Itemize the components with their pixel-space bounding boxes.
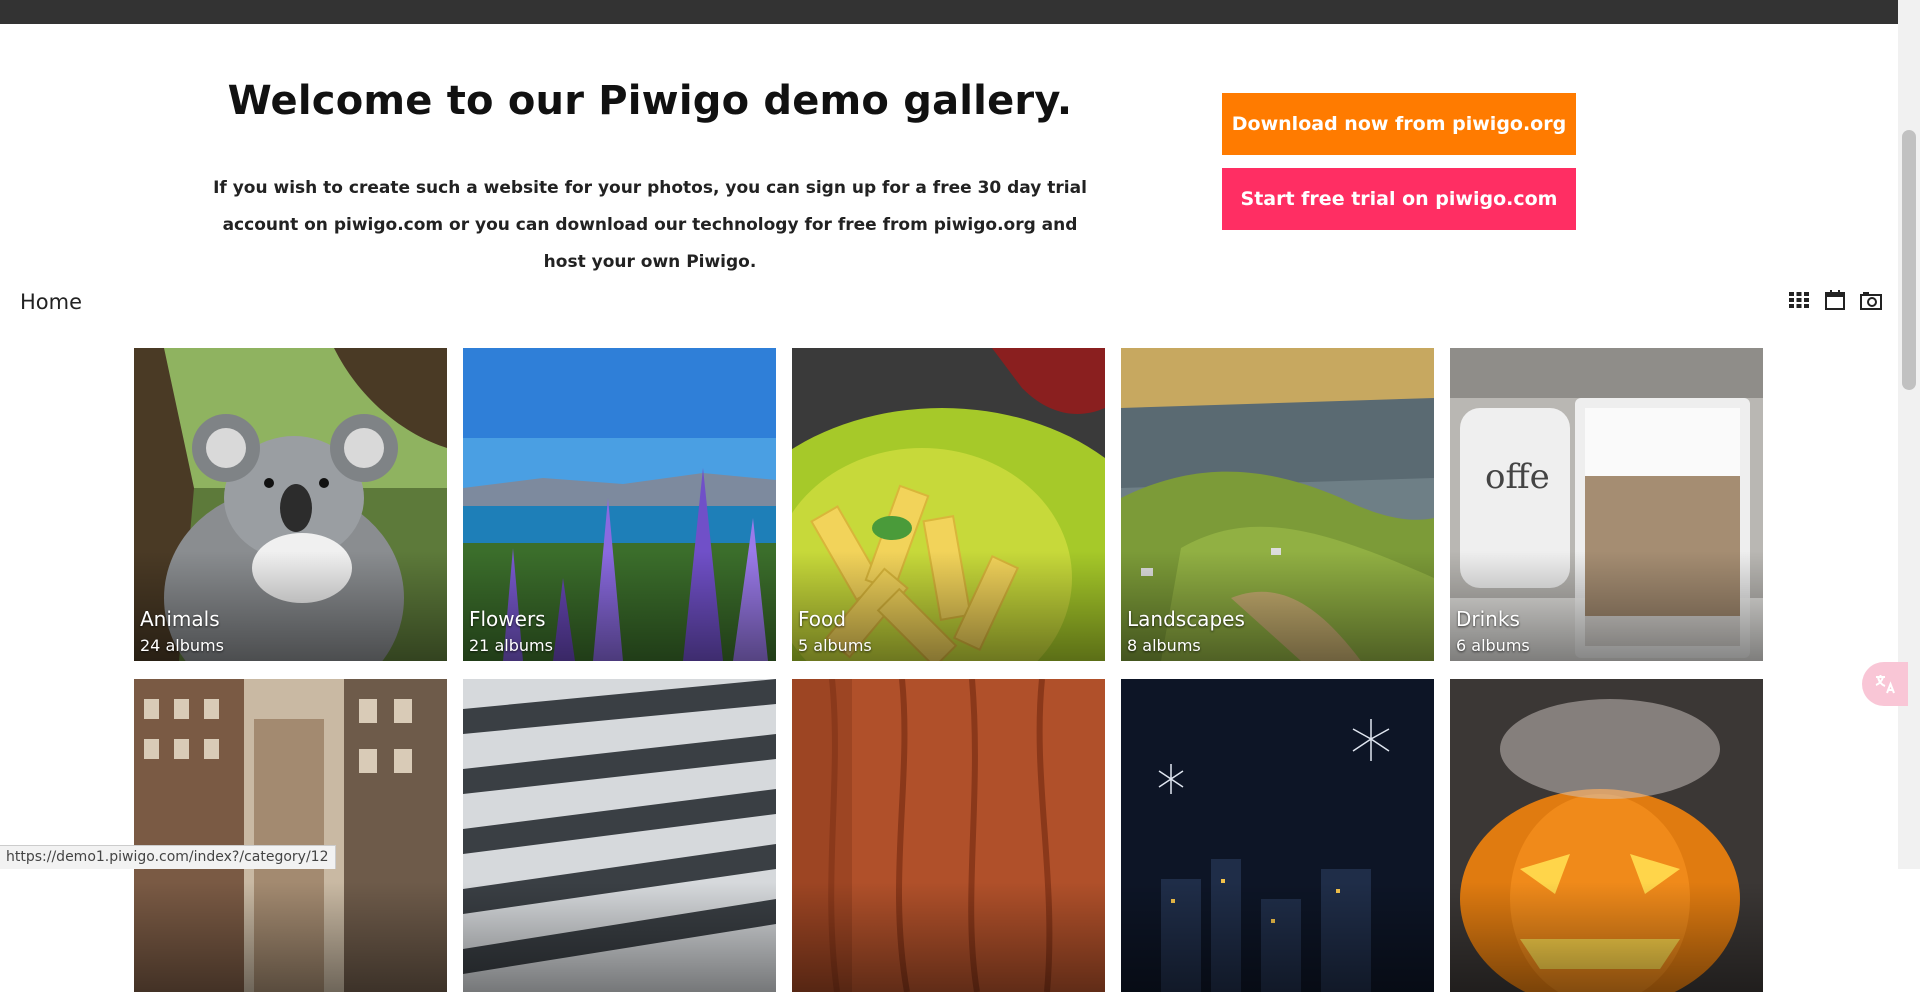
album-tile-flowers[interactable]: Flowers 21 albums — [463, 348, 776, 661]
calendar-view-icon[interactable] — [1824, 289, 1846, 311]
trial-button[interactable]: Start free trial on piwigo.com — [1222, 168, 1576, 230]
label-shade — [1450, 882, 1763, 992]
label-shade — [1121, 882, 1434, 992]
album-name: Flowers — [469, 607, 546, 631]
album-tile-landscapes[interactable]: Landscapes 8 albums — [1121, 348, 1434, 661]
album-tile-architecture[interactable] — [463, 679, 776, 992]
label-shade — [792, 882, 1105, 992]
album-count: 5 albums — [798, 636, 872, 655]
album-tile-drinks[interactable]: offe Drinks 6 albums — [1450, 348, 1763, 661]
grid-view-icon[interactable] — [1788, 289, 1810, 311]
album-tile-halloween[interactable] — [1450, 679, 1763, 992]
translate-icon — [1873, 672, 1897, 696]
download-button[interactable]: Download now from piwigo.org — [1222, 93, 1576, 155]
album-count: 24 albums — [140, 636, 224, 655]
breadcrumb-home[interactable]: Home — [20, 290, 82, 314]
top-bar — [0, 0, 1898, 24]
intro-text: If you wish to create such a website for… — [200, 170, 1100, 281]
label-shade — [463, 882, 776, 992]
album-count: 6 albums — [1456, 636, 1530, 655]
label-shade — [134, 882, 447, 992]
status-bar-url: https://demo1.piwigo.com/index?/category… — [0, 845, 336, 869]
album-name: Landscapes — [1127, 607, 1245, 631]
album-name: Animals — [140, 607, 220, 631]
album-tile-night[interactable] — [1121, 679, 1434, 992]
translate-button[interactable] — [1862, 662, 1908, 706]
album-tile-animals[interactable]: Animals 24 albums — [134, 348, 447, 661]
page-title: Welcome to our Piwigo demo gallery. — [160, 78, 1140, 124]
page-scrollbar[interactable] — [1898, 0, 1920, 869]
svg-text:offe: offe — [1485, 457, 1550, 497]
album-tile-food[interactable]: Food 5 albums — [792, 348, 1105, 661]
scroll-thumb[interactable] — [1902, 130, 1916, 390]
album-count: 8 albums — [1127, 636, 1201, 655]
album-name: Food — [798, 607, 846, 631]
album-tile-textures[interactable] — [792, 679, 1105, 992]
album-tile-city[interactable] — [134, 679, 447, 992]
album-count: 21 albums — [469, 636, 553, 655]
album-name: Drinks — [1456, 607, 1520, 631]
view-switcher — [1788, 289, 1882, 311]
camera-view-icon[interactable] — [1860, 289, 1882, 311]
album-grid: Animals 24 albums Flowers 21 albums — [134, 348, 1764, 992]
